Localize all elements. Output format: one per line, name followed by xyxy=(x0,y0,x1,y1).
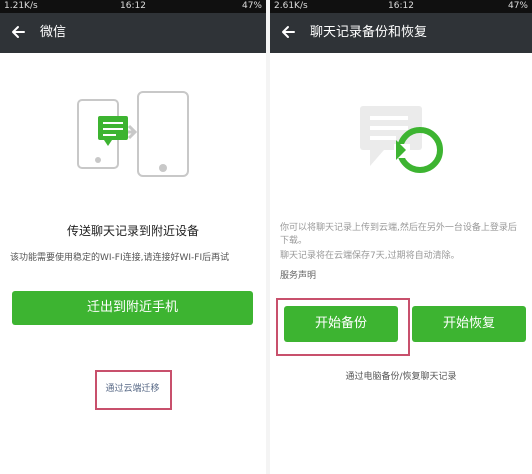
battery-level: 47% xyxy=(241,1,262,11)
page-title: 微信 xyxy=(40,25,67,40)
clock: 16:12 xyxy=(120,1,146,11)
start-restore-button[interactable]: 开始恢复 xyxy=(412,306,526,342)
back-arrow-icon[interactable] xyxy=(278,22,298,42)
status-bar: 2.61K/s 16:12 47% xyxy=(270,0,532,13)
nav-bar: 微信 xyxy=(0,13,266,53)
phone-transfer-illustration xyxy=(77,91,189,177)
cloud-restore-illustration xyxy=(360,106,443,173)
service-terms-link[interactable]: 服务声明 xyxy=(280,270,316,283)
pc-backup-restore-link[interactable]: 通过电脑备份/恢复聊天记录 xyxy=(270,369,532,382)
left-screen: 1.21K/s 16:12 47% 微信 传送聊天记录到附近设备 该功能需要使用… xyxy=(0,0,266,474)
back-arrow-icon[interactable] xyxy=(8,22,28,42)
migrate-button-label: 迁出到附近手机 xyxy=(86,300,178,315)
migrate-to-nearby-button[interactable]: 迁出到附近手机 xyxy=(12,291,253,325)
backup-description: 你可以将聊天记录上传到云端,然后在另外一台设备上登录后下载。 xyxy=(280,223,517,246)
heading: 传送聊天记录到附近设备 xyxy=(66,224,199,238)
backup-button-label: 开始备份 xyxy=(314,316,367,331)
restore-button-label: 开始恢复 xyxy=(442,316,495,331)
battery-level: 47% xyxy=(507,1,528,11)
nav-bar: 聊天记录备份和恢复 xyxy=(270,13,532,53)
clock: 16:12 xyxy=(388,1,414,11)
retention-note: 聊天记录将在云端保存7天,过期将自动清除。 xyxy=(280,251,460,261)
start-backup-button[interactable]: 开始备份 xyxy=(284,306,398,342)
description: 该功能需要使用稳定的WI-FI连接,请连接好WI-FI后再试 xyxy=(10,253,230,263)
page-title: 聊天记录备份和恢复 xyxy=(310,25,428,40)
status-bar: 1.21K/s 16:12 47% xyxy=(0,0,266,13)
cloud-migrate-link[interactable]: 通过云端迁移 xyxy=(99,381,166,394)
right-screen: 2.61K/s 16:12 47% 聊天记录备份和恢复 你可以将聊天记录上传到云… xyxy=(270,0,532,474)
